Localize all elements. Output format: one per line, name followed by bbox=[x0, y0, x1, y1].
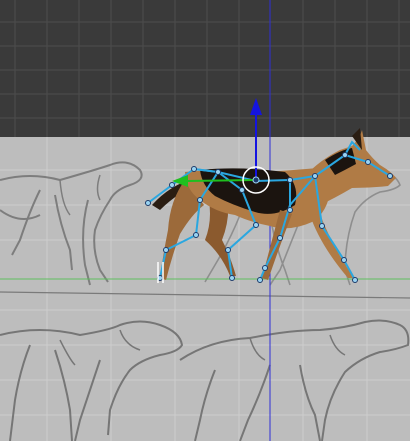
hip-joint[interactable] bbox=[215, 169, 221, 175]
tail-mid-joint[interactable] bbox=[169, 182, 175, 188]
front-right-wrist-joint[interactable] bbox=[341, 257, 347, 263]
spine-joint[interactable] bbox=[287, 177, 293, 183]
front-elbow-joint[interactable] bbox=[287, 207, 293, 213]
front-wrist-joint[interactable] bbox=[277, 235, 283, 241]
jaw-joint[interactable] bbox=[387, 173, 393, 179]
tail-root-joint[interactable] bbox=[191, 166, 197, 172]
viewport-canvas[interactable] bbox=[0, 0, 410, 441]
front-right-paw-joint[interactable] bbox=[352, 277, 358, 283]
hind-left-hock-joint[interactable] bbox=[193, 232, 199, 238]
hind-knee-joint[interactable] bbox=[239, 187, 245, 193]
hind-ankle-joint[interactable] bbox=[225, 247, 231, 253]
front-ankle-joint[interactable] bbox=[262, 265, 268, 271]
hind-left-knee-joint[interactable] bbox=[197, 197, 203, 203]
head-joint[interactable] bbox=[365, 159, 371, 165]
tail-tip-joint[interactable] bbox=[145, 200, 151, 206]
front-right-elbow-joint[interactable] bbox=[319, 223, 325, 229]
gizmo-x-axis-handle[interactable] bbox=[187, 179, 257, 182]
hind-hock-joint[interactable] bbox=[253, 222, 259, 228]
hind-left-ankle-joint[interactable] bbox=[163, 247, 169, 253]
neck-joint[interactable] bbox=[342, 152, 348, 158]
shoulder-joint[interactable] bbox=[312, 173, 318, 179]
gizmo-pivot-joint[interactable] bbox=[252, 176, 260, 184]
3d-viewport[interactable] bbox=[0, 0, 410, 441]
front-paw-joint[interactable] bbox=[257, 277, 263, 283]
hind-paw-joint[interactable] bbox=[229, 275, 235, 281]
